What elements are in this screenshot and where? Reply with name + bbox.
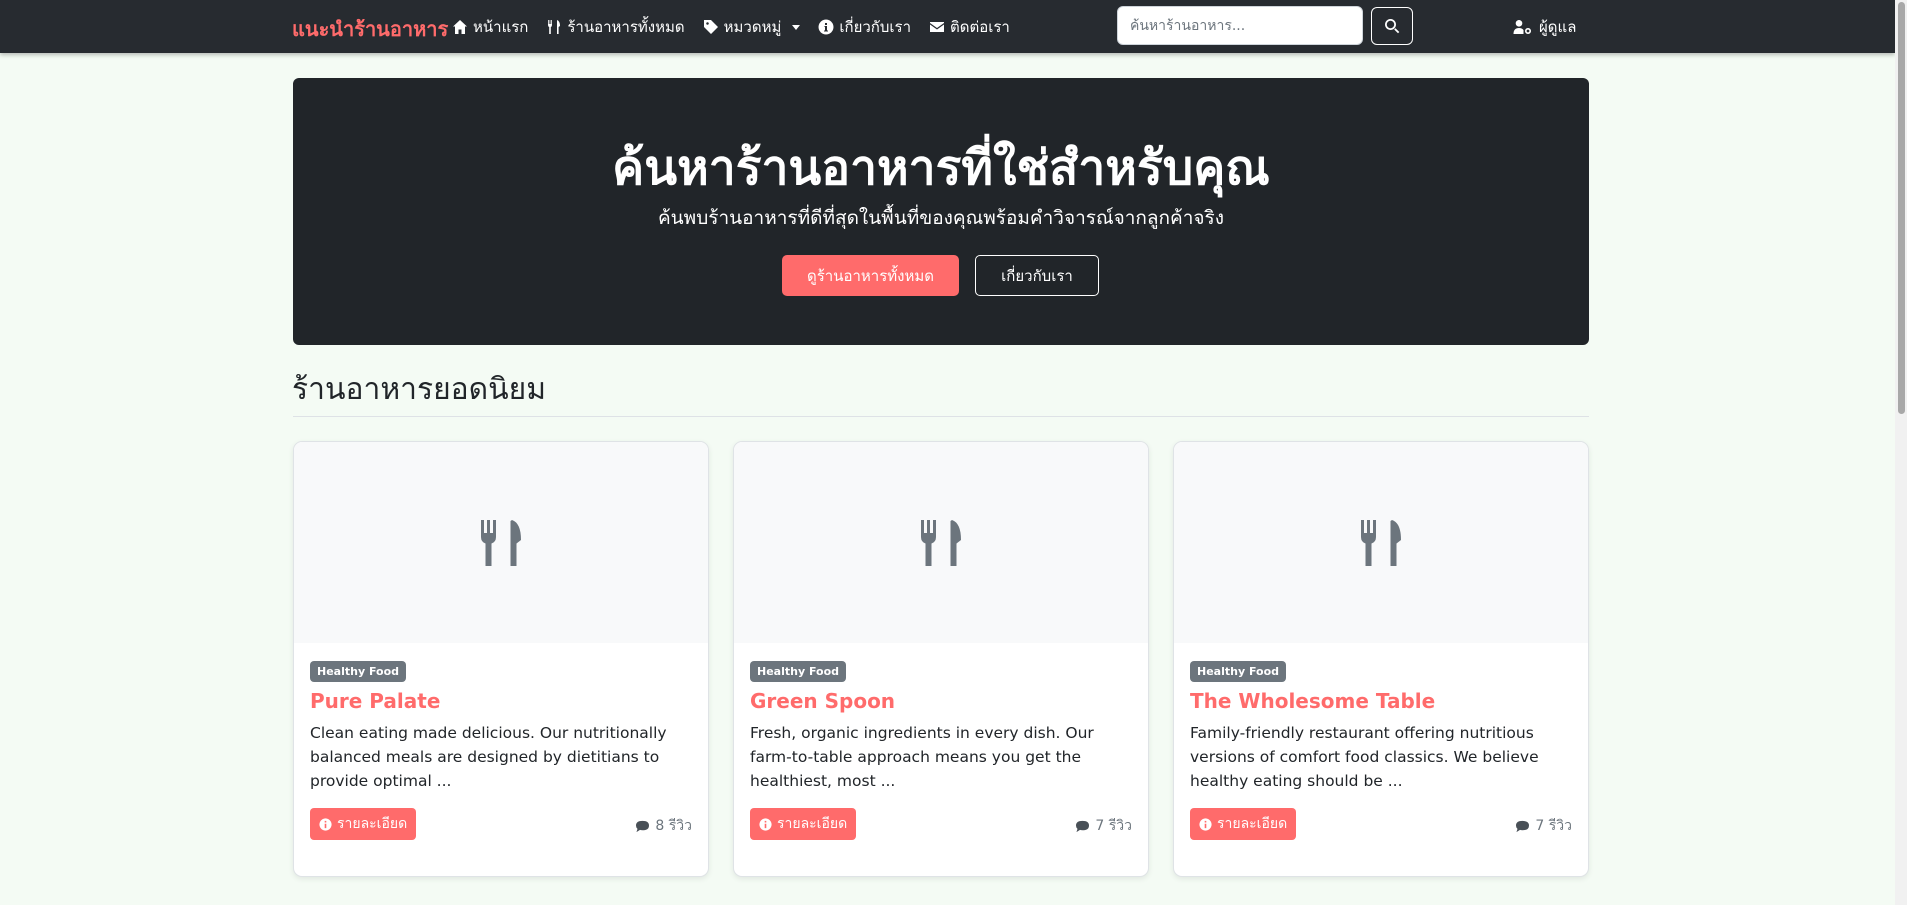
review-count-label: 7 รีวิว [1095, 818, 1132, 834]
search-button[interactable] [1371, 7, 1413, 45]
utensils-icon [921, 519, 961, 566]
info-icon [818, 19, 834, 35]
nav-item-label: ติดต่อเรา [950, 18, 1010, 36]
comment-icon [636, 820, 650, 832]
about-us-button[interactable]: เกี่ยวกับเรา [975, 255, 1099, 296]
card-image-placeholder [734, 442, 1148, 643]
info-icon [759, 817, 772, 831]
divider [293, 416, 1589, 417]
view-all-restaurants-button[interactable]: ดูร้านอาหารทั้งหมด [782, 255, 959, 296]
restaurant-description: Family-friendly restaurant offering nutr… [1190, 724, 1539, 790]
details-button[interactable]: รายละเอียด [750, 808, 857, 840]
details-button-label: รายละเอียด [1217, 815, 1288, 831]
nav-item-categories[interactable]: หมวดหมู่ [703, 15, 801, 39]
category-badge: Healthy Food [310, 661, 407, 682]
scrollbar-thumb[interactable] [1898, 2, 1905, 414]
review-count-label: 7 รีวิว [1535, 818, 1572, 834]
restaurant-description: Fresh, organic ingredients in every dish… [750, 724, 1094, 790]
restaurant-card: Healthy Food Green Spoon Fresh, organic … [733, 441, 1149, 877]
tag-icon [703, 20, 718, 34]
info-icon [1199, 817, 1212, 831]
card-image-placeholder [1174, 442, 1588, 643]
section-title: ร้านอาหารยอดนิยม [292, 372, 547, 407]
restaurant-description: Clean eating made delicious. Our nutriti… [310, 724, 667, 790]
nav-item-contact[interactable]: ติดต่อเรา [929, 15, 1010, 39]
hero-banner: ค้นหาร้านอาหารที่ใช่สำหรับคุณ ค้นพบร้านอ… [293, 78, 1589, 345]
restaurant-name[interactable]: The Wholesome Table [1190, 689, 1435, 713]
comment-icon [1516, 820, 1530, 832]
nav-item-about[interactable]: เกี่ยวกับเรา [818, 15, 911, 39]
utensils-icon [1361, 519, 1401, 566]
nav-item-home[interactable]: หน้าแรก [452, 15, 528, 39]
admin-label: ผู้ดูแล [1539, 18, 1577, 36]
nav-item-label: หน้าแรก [473, 18, 529, 36]
review-count: 7 รีวิว [1515, 815, 1572, 837]
utensils-icon [481, 519, 521, 566]
home-icon [453, 20, 467, 34]
brand-logo[interactable]: แนะนำร้านอาหาร [292, 13, 448, 45]
restaurant-name[interactable]: Green Spoon [750, 689, 895, 713]
nav-item-label: หมวดหมู่ [723, 18, 782, 36]
details-button[interactable]: รายละเอียด [310, 808, 417, 840]
details-button-label: รายละเอียด [337, 815, 408, 831]
admin-link[interactable]: ผู้ดูแล [1513, 15, 1576, 39]
hero-title: ค้นหาร้านอาหารที่ใช่สำหรับคุณ [612, 140, 1270, 196]
nav-menu: หน้าแรก ร้านอาหารทั้งหมด หมวดหมู่ เกี่ยว… [452, 15, 1010, 39]
restaurant-name[interactable]: Pure Palate [310, 689, 440, 713]
category-badge: Healthy Food [1190, 661, 1287, 682]
review-count: 7 รีวิว [1075, 815, 1132, 837]
nav-item-label: ร้านอาหารทั้งหมด [567, 18, 685, 36]
details-button[interactable]: รายละเอียด [1190, 808, 1297, 840]
details-button-label: รายละเอียด [777, 815, 848, 831]
info-icon [319, 817, 332, 831]
nav-item-all-restaurants[interactable]: ร้านอาหารทั้งหมด [546, 15, 685, 39]
restaurant-card: Healthy Food Pure Palate Clean eating ma… [293, 441, 709, 877]
navbar: แนะนำร้านอาหาร หน้าแรก ร้านอาหารทั้งหมด … [0, 0, 1895, 53]
comment-icon [1076, 820, 1090, 832]
utensils-icon [548, 20, 561, 34]
hero-subtitle: ค้นพบร้านอาหารที่ดีที่สุดในพื้นที่ของคุณ… [657, 207, 1225, 229]
envelope-icon [930, 22, 944, 32]
card-image-placeholder [294, 442, 708, 643]
search-input[interactable] [1117, 6, 1363, 45]
nav-item-label: เกี่ยวกับเรา [839, 18, 911, 36]
category-badge: Healthy Food [750, 661, 847, 682]
user-gear-icon [1513, 20, 1532, 34]
restaurant-card: Healthy Food The Wholesome Table Family-… [1173, 441, 1589, 877]
chevron-down-icon [792, 24, 801, 30]
search-icon [1385, 19, 1400, 34]
review-count-label: 8 รีวิว [655, 818, 692, 834]
review-count: 8 รีวิว [635, 815, 692, 837]
